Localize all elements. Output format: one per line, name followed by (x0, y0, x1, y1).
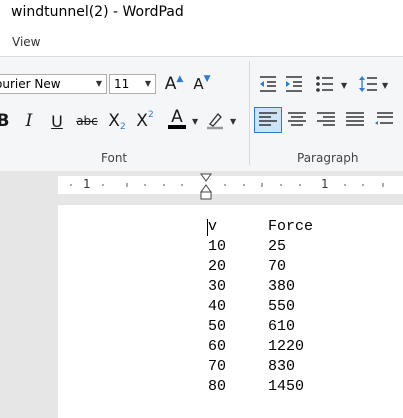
table-header: v Force (208, 218, 314, 235)
table-row: 30 380 (208, 278, 296, 295)
align-right-icon (317, 112, 335, 126)
chevron-down-icon[interactable]: ▼ (192, 117, 198, 126)
chevron-down-icon: ▼ (144, 79, 151, 88)
font-group-label: Font (101, 151, 128, 165)
strikethrough-button[interactable]: abc (76, 110, 98, 132)
chevron-down-icon[interactable]: ▼ (341, 81, 347, 90)
grow-font-icon: A (164, 74, 177, 94)
paragraph-group-label: Paragraph (297, 151, 359, 165)
bold-icon: B (0, 111, 10, 131)
menu-view[interactable]: View (12, 35, 40, 49)
table-row: 60 1220 (208, 338, 305, 355)
increase-indent-button[interactable] (283, 73, 305, 95)
italic-button[interactable]: I (18, 110, 40, 132)
table-row: 50 610 (208, 318, 296, 335)
font-color-icon: A (171, 107, 183, 127)
bold-button[interactable]: B (0, 110, 14, 132)
line-spacing-icon (359, 76, 377, 92)
align-left-button[interactable] (254, 107, 282, 133)
subscript-icon: X (108, 111, 120, 131)
italic-icon: I (25, 111, 33, 131)
paragraph-settings-button[interactable] (374, 109, 403, 131)
font-size-combo[interactable]: 11 ▼ (109, 74, 156, 94)
align-left-icon (259, 112, 277, 126)
justify-icon (346, 112, 364, 126)
table-row: 80 1450 (208, 378, 305, 395)
table-row: 10 25 (208, 238, 287, 255)
font-family-value: ourier New (0, 77, 61, 91)
decrease-indent-button[interactable] (257, 73, 279, 95)
highlight-button[interactable] (204, 109, 226, 131)
line-spacing-button[interactable] (357, 73, 379, 95)
highlighter-icon (207, 113, 223, 130)
window-title: windtunnel(2) - WordPad (11, 4, 184, 20)
group-divider (249, 61, 250, 165)
bullet-list-icon (316, 76, 333, 92)
font-color-button[interactable]: A (166, 108, 188, 130)
increase-indent-icon (286, 76, 302, 92)
ruler-ticks (70, 183, 384, 187)
title-bar: windtunnel(2) - WordPad (0, 0, 403, 28)
grow-font-button[interactable]: A ▲ (163, 73, 185, 95)
paragraph-icon (375, 112, 393, 125)
ruler[interactable]: 1 1 (58, 176, 403, 194)
chevron-down-icon[interactable]: ▼ (382, 81, 388, 90)
table-row: 20 70 (208, 258, 287, 275)
superscript-button[interactable]: X2 (134, 110, 156, 132)
font-color-bar (168, 125, 186, 129)
font-size-value: 11 (114, 77, 130, 91)
ruler-area: 1 1 (0, 171, 403, 201)
underline-button[interactable]: U (46, 110, 68, 132)
font-family-combo[interactable]: ourier New ▼ (0, 74, 107, 94)
shrink-font-button[interactable]: A ▼ (191, 73, 213, 95)
align-right-button[interactable] (315, 109, 337, 131)
justify-button[interactable] (344, 109, 366, 131)
chevron-down-icon[interactable]: ▼ (230, 117, 236, 126)
chevron-down-icon: ▼ (95, 79, 102, 88)
table-row: 70 830 (208, 358, 296, 375)
ruler-number: 1 (83, 177, 91, 191)
ribbon: ourier New ▼ 11 ▼ A ▲ A ▼ B I U abc X2 X2 … (0, 56, 403, 173)
subscript-button[interactable]: X2 (106, 110, 128, 132)
underline-icon: U (51, 111, 63, 131)
align-center-icon (288, 112, 306, 126)
ruler-number: 1 (321, 177, 329, 191)
table-row: 40 550 (208, 298, 296, 315)
document-page[interactable]: v Force 10 25 20 70 30 380 40 550 50 610 60 122… (58, 205, 403, 418)
decrease-indent-icon (260, 76, 276, 92)
indent-marker-icon[interactable] (200, 173, 212, 201)
strikethrough-icon: abc (76, 114, 98, 128)
menu-bar: View (0, 28, 403, 56)
superscript-icon: X (136, 111, 148, 131)
shrink-font-icon: A (193, 75, 204, 93)
bullets-button[interactable] (314, 73, 336, 95)
align-center-button[interactable] (286, 109, 308, 131)
